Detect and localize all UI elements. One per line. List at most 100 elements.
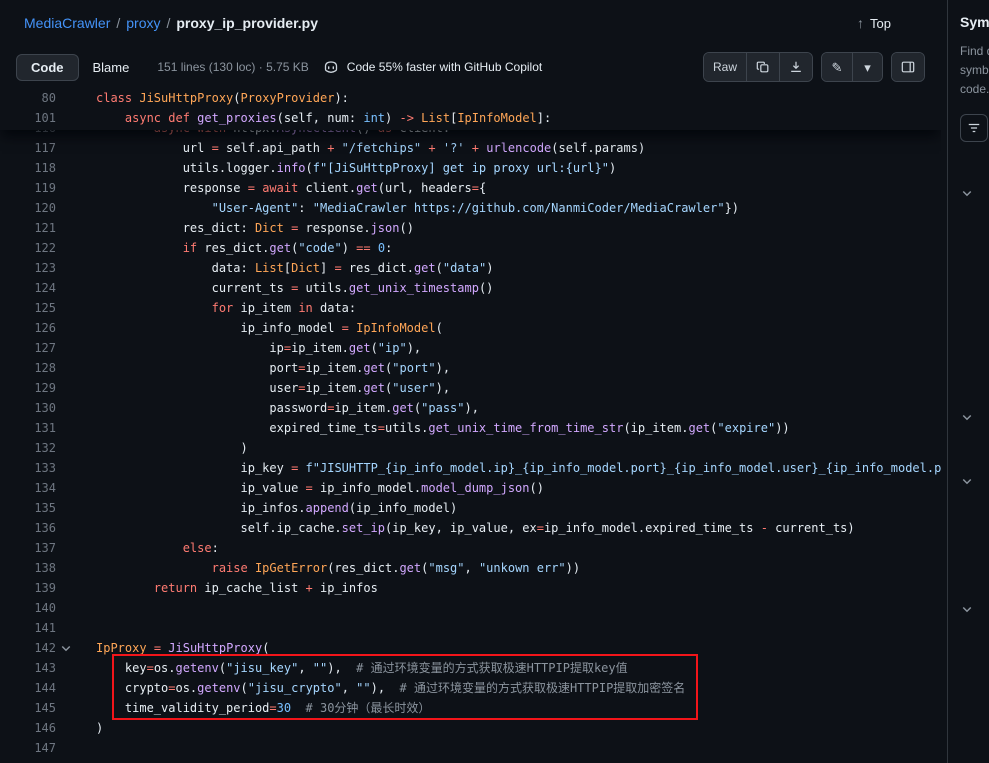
file-view: MediaCrawler / proxy / proxy_ip_provider…	[0, 0, 941, 763]
line-number[interactable]: 127	[0, 338, 56, 358]
chevron-slot	[56, 478, 76, 498]
code-line: 138 raise IpGetError(res_dict.get("msg",…	[0, 558, 941, 578]
line-number[interactable]: 136	[0, 518, 56, 538]
line-number[interactable]: 121	[0, 218, 56, 238]
line-number[interactable]: 122	[0, 238, 56, 258]
line-number[interactable]: 139	[0, 578, 56, 598]
line-number[interactable]: 131	[0, 418, 56, 438]
code-line: 133 ip_key = f"JISUHTTP_{ip_info_model.i…	[0, 458, 941, 478]
code-text: key=os.getenv("jisu_key", ""), # 通过环境变量的…	[76, 658, 628, 678]
code-line: 132 )	[0, 438, 941, 458]
line-number[interactable]: 124	[0, 278, 56, 298]
chevron-slot	[56, 178, 76, 198]
line-number[interactable]: 135	[0, 498, 56, 518]
edit-file-button[interactable]: ✎	[822, 53, 852, 81]
code-text: "User-Agent": "MediaCrawler https://gith…	[76, 198, 739, 218]
copilot-banner[interactable]: Code 55% faster with GitHub Copilot	[323, 59, 542, 75]
line-number[interactable]: 140	[0, 598, 56, 618]
copilot-text: Code 55% faster with GitHub Copilot	[347, 60, 542, 74]
line-number[interactable]: 125	[0, 298, 56, 318]
collapse-chevron-icon[interactable]	[56, 638, 76, 658]
code-line: 140	[0, 598, 941, 618]
code-line: 137 else:	[0, 538, 941, 558]
chevron-slot	[56, 418, 76, 438]
code-line: 129 user=ip_item.get("user"),	[0, 378, 941, 398]
edit-dropdown-button[interactable]: ▾	[852, 53, 882, 81]
copy-raw-button[interactable]	[746, 53, 779, 81]
arrow-up-icon: ↑	[857, 15, 864, 31]
line-number[interactable]: 143	[0, 658, 56, 678]
chevron-slot	[56, 738, 76, 758]
code-line: 144 crypto=os.getenv("jisu_crypto", ""),…	[0, 678, 941, 698]
line-number[interactable]: 137	[0, 538, 56, 558]
chevron-slot	[56, 578, 76, 598]
line-number[interactable]: 120	[0, 198, 56, 218]
code-line: 139 return ip_cache_list + ip_infos	[0, 578, 941, 598]
code-text: crypto=os.getenv("jisu_crypto", ""), # 通…	[76, 678, 685, 698]
code-text: ip_infos.append(ip_info_model)	[76, 498, 457, 518]
line-number[interactable]: 144	[0, 678, 56, 698]
code-line: 130 password=ip_item.get("pass"),	[0, 398, 941, 418]
line-number[interactable]: 147	[0, 738, 56, 758]
chevron-slot	[56, 458, 76, 478]
chevron-slot	[56, 438, 76, 458]
line-number[interactable]: 123	[0, 258, 56, 278]
code-line: 123 data: List[Dict] = res_dict.get("dat…	[0, 258, 941, 278]
code-line: 143 key=os.getenv("jisu_key", ""), # 通过环…	[0, 658, 941, 678]
line-number[interactable]: 145	[0, 698, 56, 718]
chevron-slot	[56, 518, 76, 538]
line-number[interactable]: 126	[0, 318, 56, 338]
line-number[interactable]: 138	[0, 558, 56, 578]
code-text: async def get_proxies(self, num: int) ->…	[76, 108, 551, 128]
symbols-filter-button[interactable]	[960, 114, 988, 142]
line-number[interactable]: 141	[0, 618, 56, 638]
code-line: 125 for ip_item in data:	[0, 298, 941, 318]
line-number[interactable]: 132	[0, 438, 56, 458]
code-line: 121 res_dict: Dict = response.json()	[0, 218, 941, 238]
copilot-icon	[323, 59, 339, 75]
download-raw-button[interactable]	[779, 53, 812, 81]
line-number[interactable]: 146	[0, 718, 56, 738]
code-text: data: List[Dict] = res_dict.get("data")	[76, 258, 493, 278]
code-line: 122 if res_dict.get("code") == 0:	[0, 238, 941, 258]
line-number[interactable]: 128	[0, 358, 56, 378]
symbols-panel-toggle-button[interactable]	[892, 53, 924, 81]
back-to-top-button[interactable]: ↑ Top	[857, 15, 891, 31]
chevron-slot	[56, 358, 76, 378]
line-number[interactable]: 118	[0, 158, 56, 178]
chevron-slot	[56, 598, 76, 618]
line-number[interactable]: 129	[0, 378, 56, 398]
code-text: IpProxy = JiSuHttpProxy(	[76, 638, 269, 658]
raw-button[interactable]: Raw	[704, 53, 746, 81]
line-number[interactable]: 133	[0, 458, 56, 478]
breadcrumb-repo-link[interactable]: MediaCrawler	[24, 15, 110, 31]
section-chevron-icon[interactable]	[961, 602, 973, 620]
symbols-panel-icon	[901, 60, 915, 74]
code-line: 124 current_ts = utils.get_unix_timestam…	[0, 278, 941, 298]
section-chevron-icon[interactable]	[961, 186, 973, 204]
section-chevron-icon[interactable]	[961, 410, 973, 428]
code-line: 117 url = self.api_path + "/fetchips" + …	[0, 138, 941, 158]
code-line: 128 port=ip_item.get("port"),	[0, 358, 941, 378]
section-chevron-icon[interactable]	[961, 474, 973, 492]
tab-code[interactable]: Code	[16, 54, 79, 81]
symbols-panel-title: Symbols	[960, 14, 989, 30]
toolbar-actions: Raw ✎ ▾	[703, 52, 925, 82]
file-toolbar: Code Blame 151 lines (130 loc) · 5.75 KB…	[0, 46, 941, 88]
code-text: class JiSuHttpProxy(ProxyProvider):	[76, 88, 349, 108]
code-line: 126 ip_info_model = IpInfoModel(	[0, 318, 941, 338]
line-number[interactable]: 101	[0, 108, 56, 128]
line-number[interactable]: 80	[0, 88, 56, 108]
line-number[interactable]: 142	[0, 638, 56, 658]
code-text: response = await client.get(url, headers…	[76, 178, 486, 198]
line-number[interactable]: 130	[0, 398, 56, 418]
code-line: 135 ip_infos.append(ip_info_model)	[0, 498, 941, 518]
line-number[interactable]: 134	[0, 478, 56, 498]
chevron-slot	[56, 218, 76, 238]
code-line: 80 class JiSuHttpProxy(ProxyProvider):	[0, 88, 941, 108]
breadcrumb-dir-link[interactable]: proxy	[126, 15, 160, 31]
code-line: 118 utils.logger.info(f"[JiSuHttpProxy] …	[0, 158, 941, 178]
tab-blame[interactable]: Blame	[79, 55, 144, 80]
line-number[interactable]: 119	[0, 178, 56, 198]
line-number[interactable]: 117	[0, 138, 56, 158]
